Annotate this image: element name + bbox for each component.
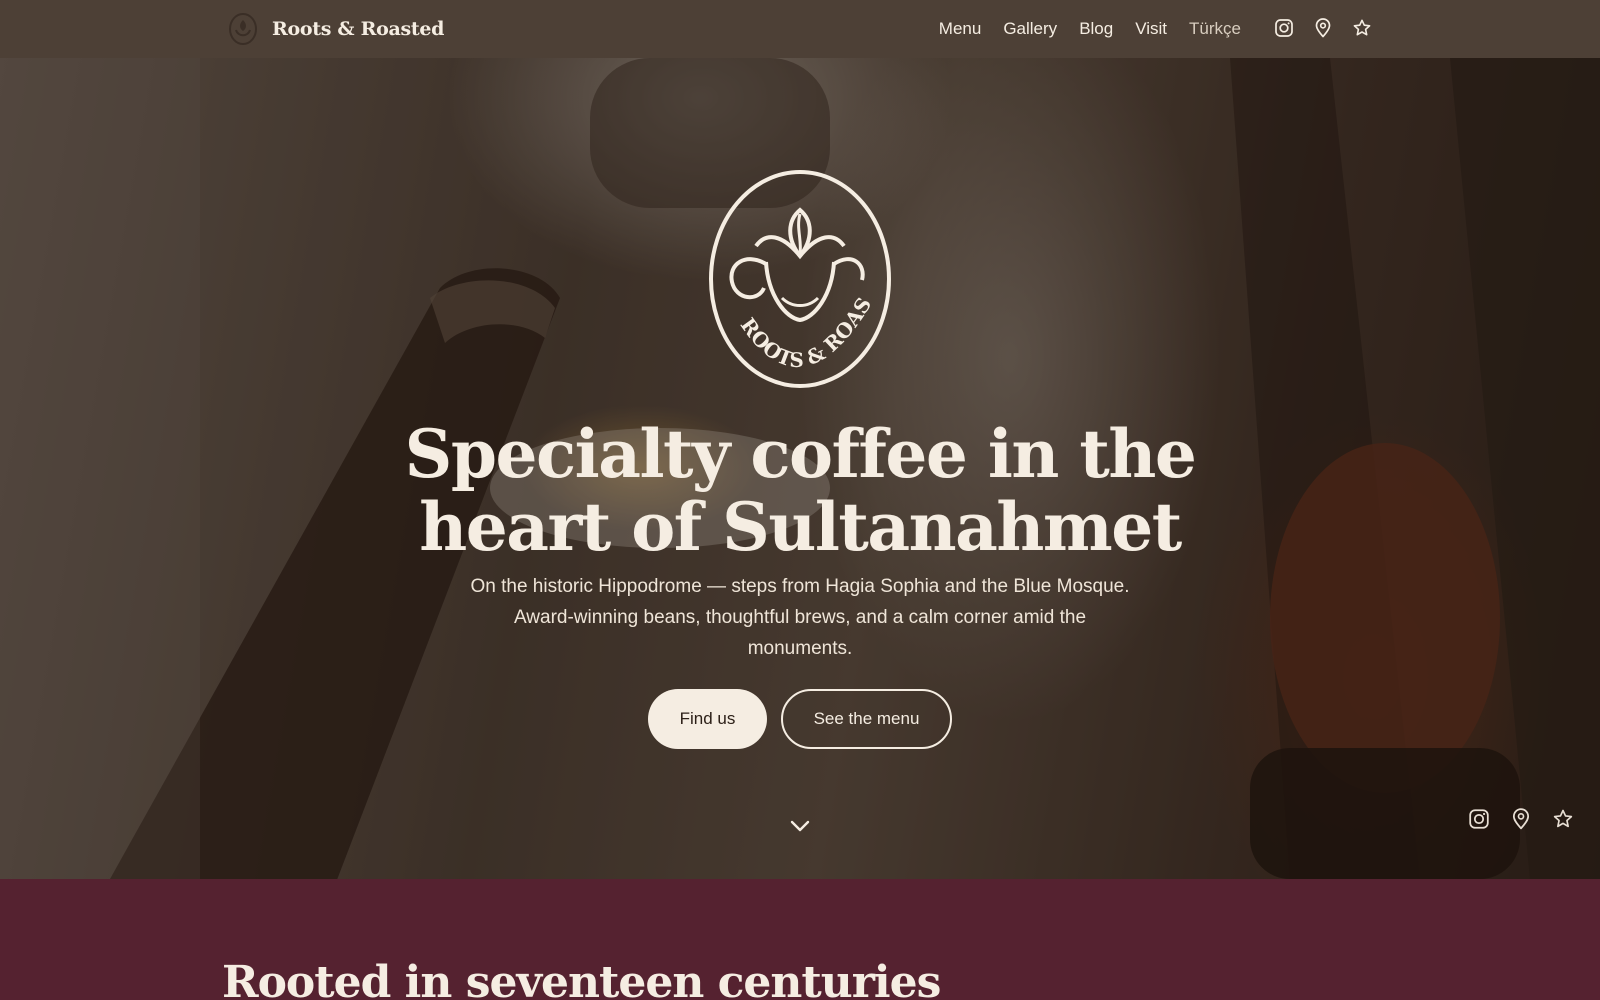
story-section: Rooted in seventeen centuries — [0, 879, 1600, 1000]
hero-section: ROOTS & ROASTED Specialty coffee in the … — [0, 58, 1600, 879]
nav-link-blog[interactable]: Blog — [1079, 19, 1113, 39]
story-heading: Rooted in seventeen centuries — [222, 957, 941, 1000]
instagram-icon — [1275, 19, 1293, 37]
nav-map-link[interactable] — [1313, 18, 1333, 38]
language-switch-turkish[interactable]: Türkçe — [1189, 19, 1241, 39]
hero-cta-group: Find us See the menu — [648, 689, 952, 749]
map-pin-icon — [1512, 808, 1530, 830]
primary-nav: Menu Gallery Blog Visit Türkçe — [939, 0, 1241, 58]
brand-logo-icon — [229, 13, 257, 45]
hero-heading: Specialty coffee in the heart of Sultana… — [404, 415, 1197, 566]
nav-link-visit[interactable]: Visit — [1135, 19, 1167, 39]
hero-map-link[interactable] — [1510, 808, 1532, 830]
roots-and-roasted-emblem: ROOTS & ROASTED — [706, 168, 891, 388]
see-menu-button[interactable]: See the menu — [781, 689, 952, 749]
find-us-button[interactable]: Find us — [648, 689, 767, 749]
hero-instagram-link[interactable] — [1468, 808, 1490, 830]
hero-social-icons — [1468, 808, 1574, 830]
hero-reviews-link[interactable] — [1552, 808, 1574, 830]
top-navbar: Roots & Roasted Menu Gallery Blog Visit … — [0, 0, 1600, 58]
map-pin-icon — [1315, 18, 1331, 38]
nav-social-icons — [1274, 18, 1372, 38]
nav-link-menu[interactable]: Menu — [939, 19, 982, 39]
chevron-down-icon[interactable] — [788, 816, 812, 836]
instagram-icon — [1469, 809, 1489, 829]
brand-name: Roots & Roasted — [272, 18, 445, 40]
hero-description: On the historic Hippodrome — steps from … — [470, 576, 1130, 659]
star-icon — [1553, 809, 1573, 828]
nav-link-gallery[interactable]: Gallery — [1003, 19, 1057, 39]
brand-link[interactable]: Roots & Roasted — [228, 12, 444, 46]
star-icon — [1353, 19, 1371, 36]
nav-instagram-link[interactable] — [1274, 18, 1294, 38]
nav-reviews-link[interactable] — [1352, 18, 1372, 38]
